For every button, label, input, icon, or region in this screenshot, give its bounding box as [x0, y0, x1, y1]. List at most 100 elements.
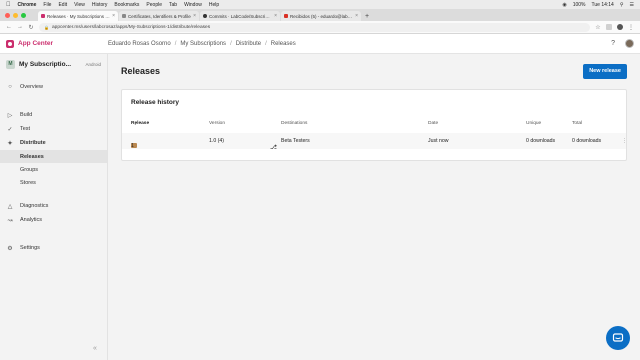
sidebar-item-diagnostics[interactable]: △ Diagnostics: [0, 199, 107, 213]
breadcrumb-distribute[interactable]: Distribute: [236, 41, 261, 47]
app-center-logo-icon: [6, 39, 14, 48]
sidebar-item-label: Test: [20, 126, 31, 132]
check-icon: ✓: [7, 126, 13, 133]
sidebar-item-distribute[interactable]: ✦ Distribute: [0, 136, 107, 150]
warning-icon: △: [7, 203, 13, 210]
minimize-window-button[interactable]: [13, 12, 18, 18]
menu-bookmarks[interactable]: Bookmarks: [114, 2, 139, 8]
more-options-icon[interactable]: ⋮: [622, 138, 627, 144]
sidebar-subitem-groups[interactable]: Groups: [0, 163, 107, 176]
avatar[interactable]: [625, 39, 634, 48]
new-release-button[interactable]: New release: [583, 63, 627, 79]
cell-total: 0 downloads: [572, 138, 602, 144]
app-center-logo[interactable]: App Center: [0, 39, 108, 48]
breadcrumb-app[interactable]: My Subscriptions: [180, 41, 226, 47]
sidebar-item-label: Overview: [20, 84, 43, 90]
status-area: ◉ 100% Tue 14:14 ⚲ ☰: [562, 2, 634, 8]
release-number: 1: [131, 143, 134, 149]
sidebar-item-test[interactable]: ✓ Test: [0, 122, 107, 136]
page-header: Releases New release: [109, 54, 640, 88]
browser-tab-gmail[interactable]: Recibidos (5) - eduardo@lab.co ×: [281, 11, 361, 21]
app-header: App Center Eduardo Rosas Osorno / My Sub…: [0, 34, 640, 54]
browser-tab-releases[interactable]: Releases · My Subscriptions · Ap ×: [38, 11, 118, 21]
sidebar-item-label: Settings: [20, 245, 40, 251]
cell-unique: 0 downloads: [526, 138, 556, 144]
sidebar-item-settings[interactable]: ⚙ Settings: [0, 241, 107, 255]
menu-people[interactable]: People: [146, 2, 162, 8]
forward-icon[interactable]: →: [17, 24, 23, 30]
menu-app-name[interactable]: Chrome: [18, 2, 37, 8]
collapse-sidebar-icon[interactable]: «: [93, 345, 97, 352]
menu-list-icon[interactable]: ☰: [630, 2, 634, 8]
sidebar-item-label: Diagnostics: [20, 203, 49, 209]
column-date: Date: [428, 121, 439, 126]
browser-tab-strip: Releases · My Subscriptions · Ap × Certi…: [0, 9, 640, 21]
tab-label: Certificates, Identifiers & Profile: [128, 13, 191, 19]
menu-history[interactable]: History: [92, 2, 108, 8]
address-bar[interactable]: 🔒 appcenter.ms/users/labcrosaz/apps/My-S…: [39, 22, 590, 32]
apple-favicon-icon: [122, 14, 126, 18]
search-icon[interactable]: ⚲: [620, 2, 624, 8]
extension-icon[interactable]: [606, 24, 612, 30]
maximize-window-button[interactable]: [21, 12, 26, 18]
menu-help[interactable]: Help: [209, 2, 219, 8]
wifi-icon[interactable]: ◉: [562, 2, 566, 8]
play-icon: ▷: [7, 112, 13, 119]
chat-support-button[interactable]: [606, 326, 630, 350]
sidebar-subitem-releases[interactable]: Releases: [0, 150, 107, 163]
sort-down-icon: ↓: [134, 121, 137, 127]
appcenter-favicon-icon: [41, 14, 45, 18]
column-destinations: Destinations: [281, 121, 308, 126]
tab-label: Commits · LabCode/Subscriptio: [209, 13, 273, 19]
profile-icon[interactable]: [617, 24, 623, 30]
menu-tab[interactable]: Tab: [169, 2, 177, 8]
column-version: Version: [209, 121, 225, 126]
sidebar-item-build[interactable]: ▷ Build: [0, 108, 107, 122]
cell-date: Just now: [428, 138, 449, 144]
menu-window[interactable]: Window: [184, 2, 202, 8]
menu-file[interactable]: File: [43, 2, 51, 8]
close-tab-icon[interactable]: ×: [112, 13, 115, 19]
clock[interactable]: Tue 14:14: [592, 2, 614, 8]
chat-icon: [612, 333, 624, 342]
bookmark-star-icon[interactable]: ☆: [595, 24, 601, 31]
menu-edit[interactable]: Edit: [58, 2, 67, 8]
breadcrumb-separator: /: [174, 40, 177, 47]
close-tab-icon[interactable]: ×: [274, 13, 277, 19]
help-icon[interactable]: ?: [611, 40, 615, 47]
close-window-button[interactable]: [5, 12, 10, 18]
close-tab-icon[interactable]: ×: [355, 13, 358, 19]
cell-destinations[interactable]: Beta Testers: [281, 138, 310, 144]
browser-tab-commits[interactable]: Commits · LabCode/Subscriptio ×: [200, 11, 280, 21]
tab-label: Recibidos (5) - eduardo@lab.co: [290, 13, 354, 19]
sidebar-subitem-stores[interactable]: Stores: [0, 176, 107, 189]
breadcrumb: Eduardo Rosas Osorno / My Subscriptions …: [108, 41, 296, 47]
mouse-cursor-icon: ⎇: [270, 145, 277, 151]
sidebar-item-overview[interactable]: ○ Overview: [0, 80, 107, 94]
apple-icon[interactable]: : [6, 2, 11, 8]
reload-icon[interactable]: ↻: [28, 24, 34, 31]
breadcrumb-owner[interactable]: Eduardo Rosas Osorno: [108, 41, 171, 47]
column-unique: Unique: [526, 121, 542, 126]
more-menu-icon[interactable]: ⋮: [628, 24, 634, 31]
breadcrumb-releases: Releases: [270, 40, 296, 47]
sidebar-item-label: Distribute: [20, 140, 46, 146]
new-tab-button[interactable]: +: [362, 11, 372, 21]
menu-view[interactable]: View: [74, 2, 85, 8]
cell-version: 1.0 (4): [209, 138, 224, 144]
release-history-card: Release history Release ↓ Version Destina…: [121, 89, 627, 161]
browser-toolbar: ← → ↻ 🔒 appcenter.ms/users/labcrosaz/app…: [0, 21, 640, 34]
page-title: Releases: [121, 66, 161, 76]
browser-tab-certificates[interactable]: Certificates, Identifiers & Profile ×: [119, 11, 199, 21]
main-content: Releases New release Release history Rel…: [109, 54, 640, 360]
breadcrumb-separator: /: [230, 40, 232, 47]
back-icon[interactable]: ←: [6, 24, 12, 30]
close-tab-icon[interactable]: ×: [193, 13, 196, 19]
column-total: Total: [572, 121, 583, 126]
breadcrumb-separator: /: [265, 40, 267, 47]
brand-name: App Center: [18, 40, 54, 47]
sidebar-item-analytics[interactable]: ↝ Analytics: [0, 213, 107, 227]
table-row[interactable]: 1 1.0 (4) Beta Testers Just now 0 downlo…: [122, 133, 627, 149]
app-selector[interactable]: M My Subscriptio... Android: [0, 54, 107, 74]
tab-label: Releases · My Subscriptions · Ap: [47, 13, 111, 19]
